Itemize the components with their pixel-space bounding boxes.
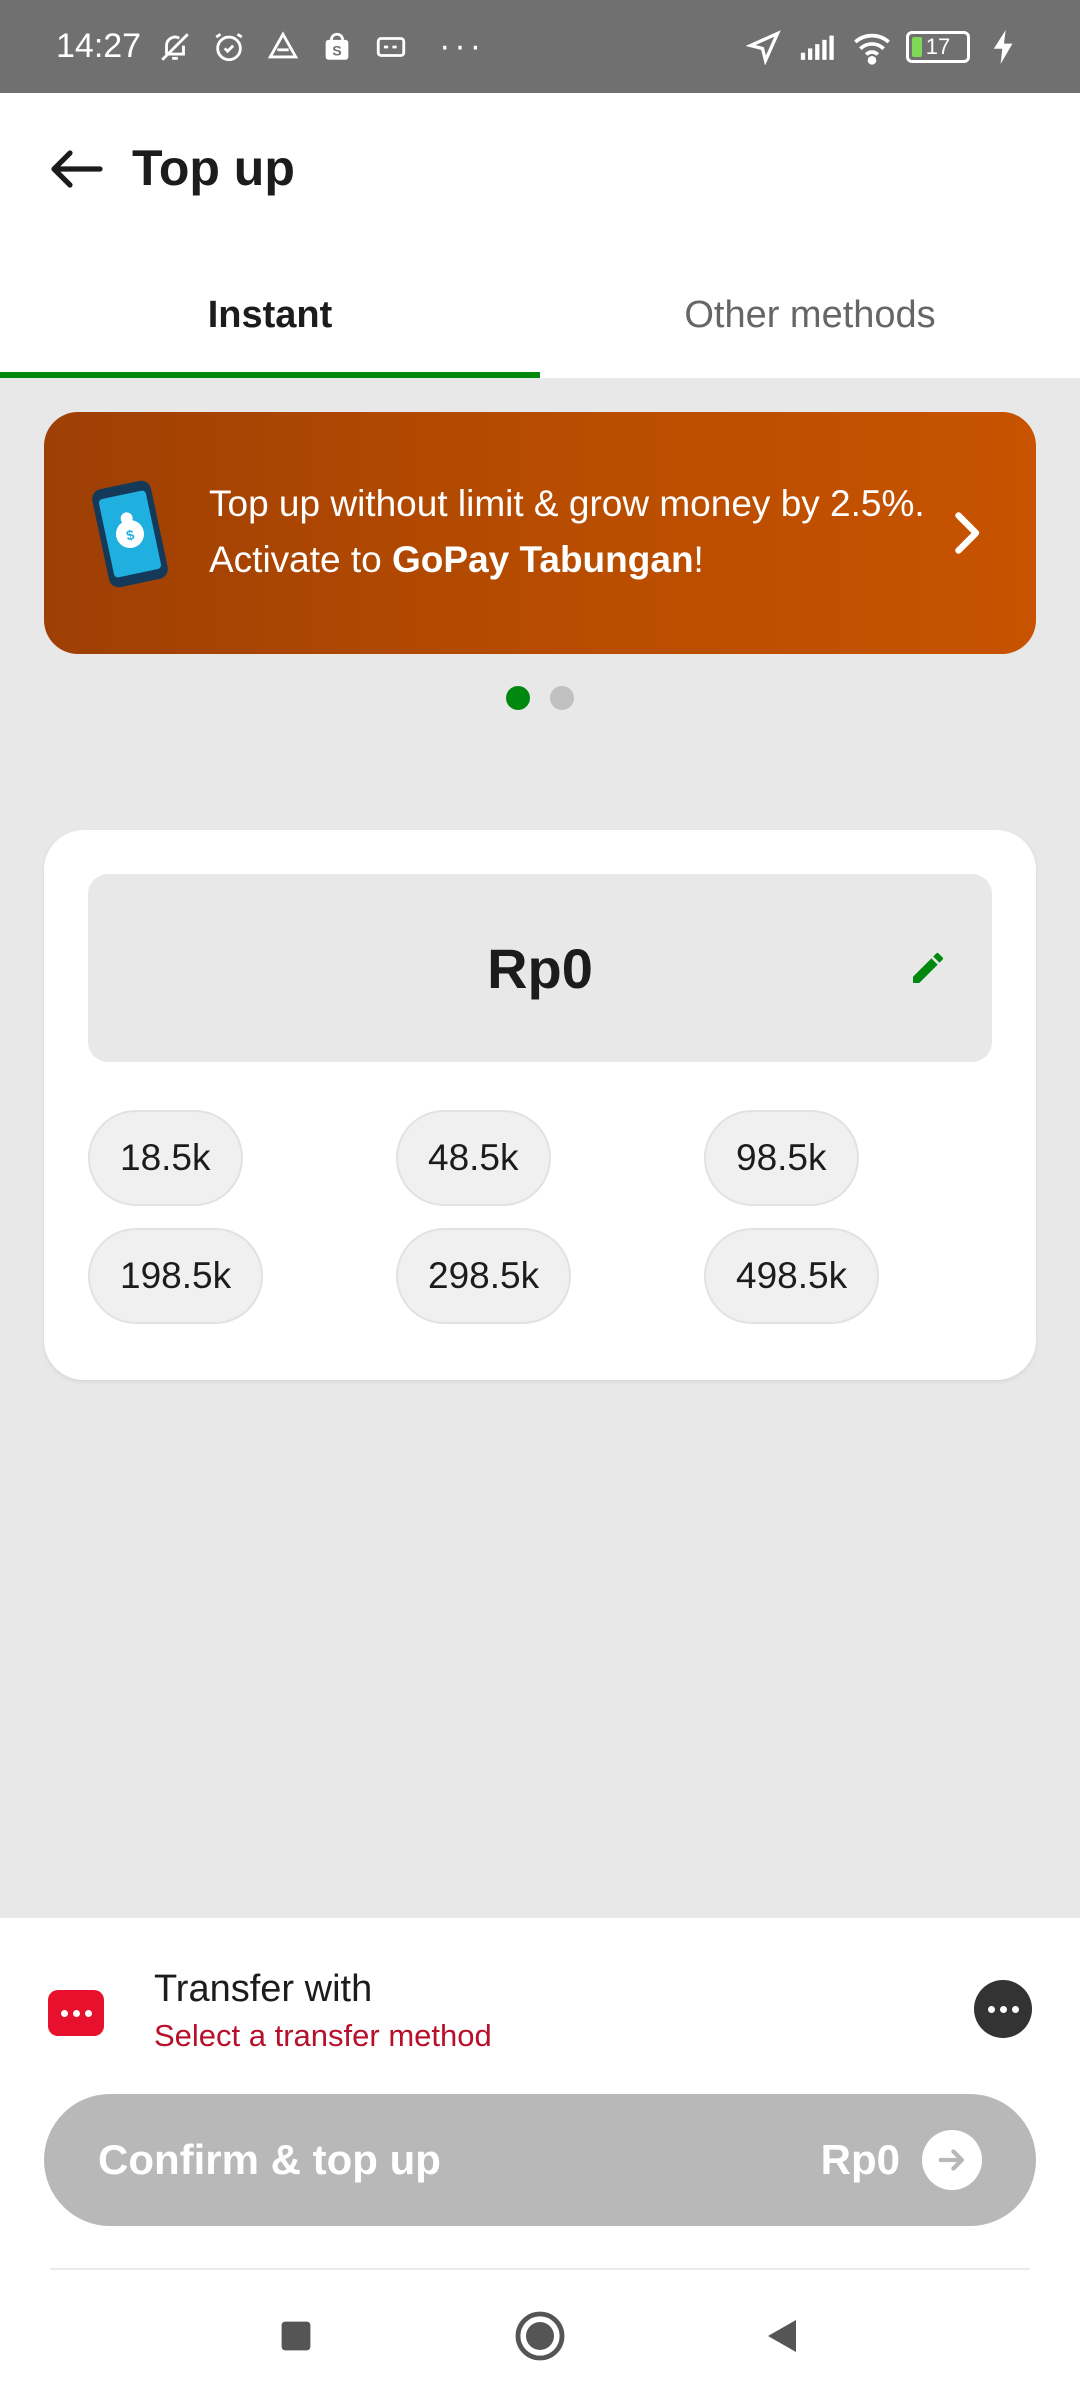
pencil-icon[interactable] [908, 948, 948, 988]
back-arrow-icon [51, 150, 103, 188]
tab-bar: Instant Other methods [0, 253, 1080, 378]
confirm-amount: Rp0 [820, 2136, 900, 2183]
status-time: 14:27 [56, 27, 142, 65]
tab-other-methods[interactable]: Other methods [540, 253, 1080, 378]
alarm-icon [209, 27, 249, 67]
location-icon [744, 27, 784, 67]
phone-savings-icon: $ [88, 478, 172, 590]
bottom-panel: Transfer with Select a transfer method C… [0, 1918, 1080, 2400]
status-more-indicator: ··· [439, 27, 486, 65]
bell-off-icon [155, 27, 195, 67]
preset-amount-chip[interactable]: 498.5k [704, 1228, 880, 1324]
more-options-button[interactable] [974, 1980, 1032, 2038]
back-nav-button[interactable] [752, 2306, 812, 2366]
transfer-title: Transfer with [154, 1968, 373, 2010]
recent-apps-button[interactable] [266, 2306, 326, 2366]
battery-level: 17 [925, 33, 951, 59]
signal-icon [798, 27, 838, 67]
home-button[interactable] [510, 2306, 570, 2366]
status-bar: 14:27 S ··· 17 [0, 0, 1080, 93]
payment-method-icon [48, 1990, 104, 2036]
amount-card: Rp0 18.5k 48.5k 98.5k 198.5k 298.5k 498.… [44, 830, 1036, 1380]
drive-icon [263, 27, 303, 67]
chevron-right-icon [946, 508, 986, 558]
preset-amount-chip[interactable]: 18.5k [88, 1110, 243, 1206]
amount-input[interactable]: Rp0 [88, 874, 992, 1062]
preset-amount-chip[interactable]: 198.5k [88, 1228, 264, 1324]
system-nav-bar [0, 2270, 1080, 2400]
arrow-right-icon [922, 2130, 982, 2190]
transfer-method-selector[interactable]: Select a transfer method [154, 2018, 492, 2054]
banner-text: Top up without limit & grow money by 2.5… [209, 476, 929, 588]
carousel-dot-active[interactable] [506, 686, 530, 710]
svg-text:S: S [332, 43, 341, 59]
carousel-indicator [0, 686, 1080, 710]
preset-amount-chip[interactable]: 48.5k [396, 1110, 551, 1206]
preset-amount-chip[interactable]: 298.5k [396, 1228, 572, 1324]
banner-text-bold: GoPay Tabungan [392, 539, 694, 580]
confirm-label: Confirm & top up [98, 2136, 441, 2183]
promo-banner[interactable]: $ Top up without limit & grow money by 2… [44, 412, 1036, 654]
preset-amount-chip[interactable]: 98.5k [704, 1110, 859, 1206]
banner-text-end: ! [693, 539, 704, 580]
back-button[interactable] [44, 137, 108, 201]
carousel-dot[interactable] [550, 686, 574, 710]
confirm-top-up-button[interactable]: Confirm & top up Rp0 [44, 2094, 1036, 2226]
page-title: Top up [132, 140, 295, 196]
charging-icon [984, 27, 1024, 67]
wifi-icon [852, 27, 892, 67]
shop-icon: S [317, 27, 357, 67]
amount-value: Rp0 [487, 936, 593, 1000]
card-icon [371, 27, 411, 67]
app-header: Top up [0, 93, 1080, 253]
tab-instant[interactable]: Instant [0, 253, 540, 378]
battery-icon: 17 [906, 30, 970, 63]
